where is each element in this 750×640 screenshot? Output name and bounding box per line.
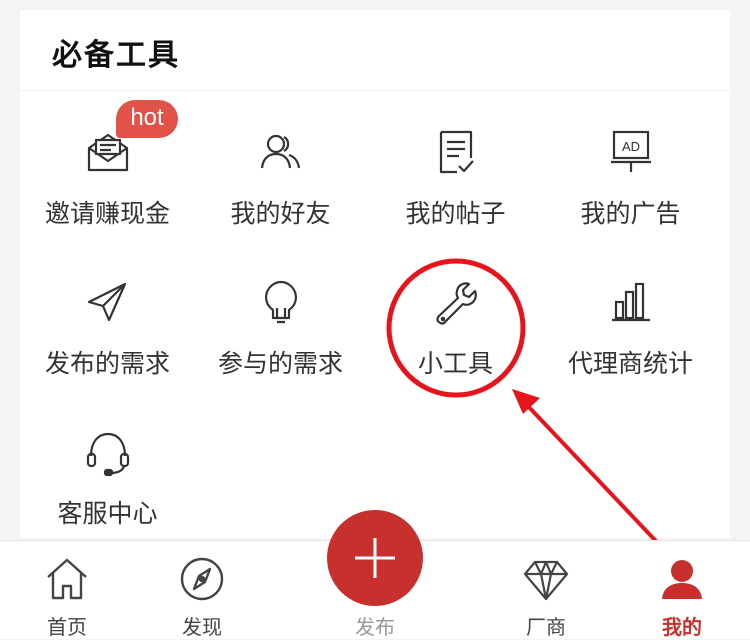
wrench-icon xyxy=(435,282,477,325)
home-icon xyxy=(47,558,87,600)
tab-mine[interactable]: 我的 xyxy=(622,541,742,639)
tool-my-posts[interactable]: 我的帖子 xyxy=(368,128,543,258)
tool-label: 客服中心 xyxy=(57,499,158,528)
bar-chart-icon xyxy=(611,282,650,322)
tool-label: 代理商统计 xyxy=(567,349,693,378)
document-check-icon xyxy=(439,130,474,174)
tool-published-demand[interactable]: 发布的需求 xyxy=(20,278,195,408)
tool-agent-stats[interactable]: 代理商统计 xyxy=(543,278,718,408)
tab-home[interactable]: 首页 xyxy=(7,541,127,639)
tool-joined-demand[interactable]: 参与的需求 xyxy=(193,278,368,408)
tab-discover[interactable]: 发现 xyxy=(142,541,262,639)
svg-text:AD: AD xyxy=(621,139,639,154)
tool-label: 小工具 xyxy=(417,349,493,378)
hot-badge: hot xyxy=(116,100,178,138)
tool-my-friends[interactable]: 我的好友 xyxy=(193,128,368,258)
tab-label: 首页 xyxy=(47,615,87,639)
tool-small-tools[interactable]: 小工具 xyxy=(368,278,543,408)
paper-plane-icon xyxy=(87,282,126,322)
tool-label: 我的好友 xyxy=(230,199,331,228)
tool-invite-cash[interactable]: 邀请赚现金 xyxy=(20,128,195,258)
tool-label: 我的帖子 xyxy=(405,199,506,228)
tool-label: 发布的需求 xyxy=(44,349,170,378)
plus-icon xyxy=(355,538,395,578)
tool-customer-service[interactable]: 客服中心 xyxy=(20,428,195,558)
section-title: 必备工具 xyxy=(52,38,180,73)
tool-my-ads[interactable]: AD 我的广告 xyxy=(543,128,718,258)
user-icon xyxy=(662,560,702,599)
tool-label: 我的广告 xyxy=(580,199,681,228)
friends-icon xyxy=(260,134,300,169)
tool-label: 参与的需求 xyxy=(217,349,343,378)
headset-icon xyxy=(86,432,129,477)
tab-label: 我的 xyxy=(662,615,702,639)
lightbulb-icon xyxy=(264,280,297,324)
tab-vendors[interactable]: 厂商 xyxy=(486,541,606,639)
ad-board-icon: AD xyxy=(610,130,651,172)
tab-label: 发现 xyxy=(182,615,222,639)
tab-label: 发布 xyxy=(355,615,395,639)
divider xyxy=(20,90,730,91)
tab-label: 厂商 xyxy=(526,615,566,639)
diamond-icon xyxy=(523,560,569,601)
compass-icon xyxy=(180,557,224,601)
tool-label: 邀请赚现金 xyxy=(44,199,170,228)
publish-fab-button[interactable] xyxy=(327,510,423,606)
